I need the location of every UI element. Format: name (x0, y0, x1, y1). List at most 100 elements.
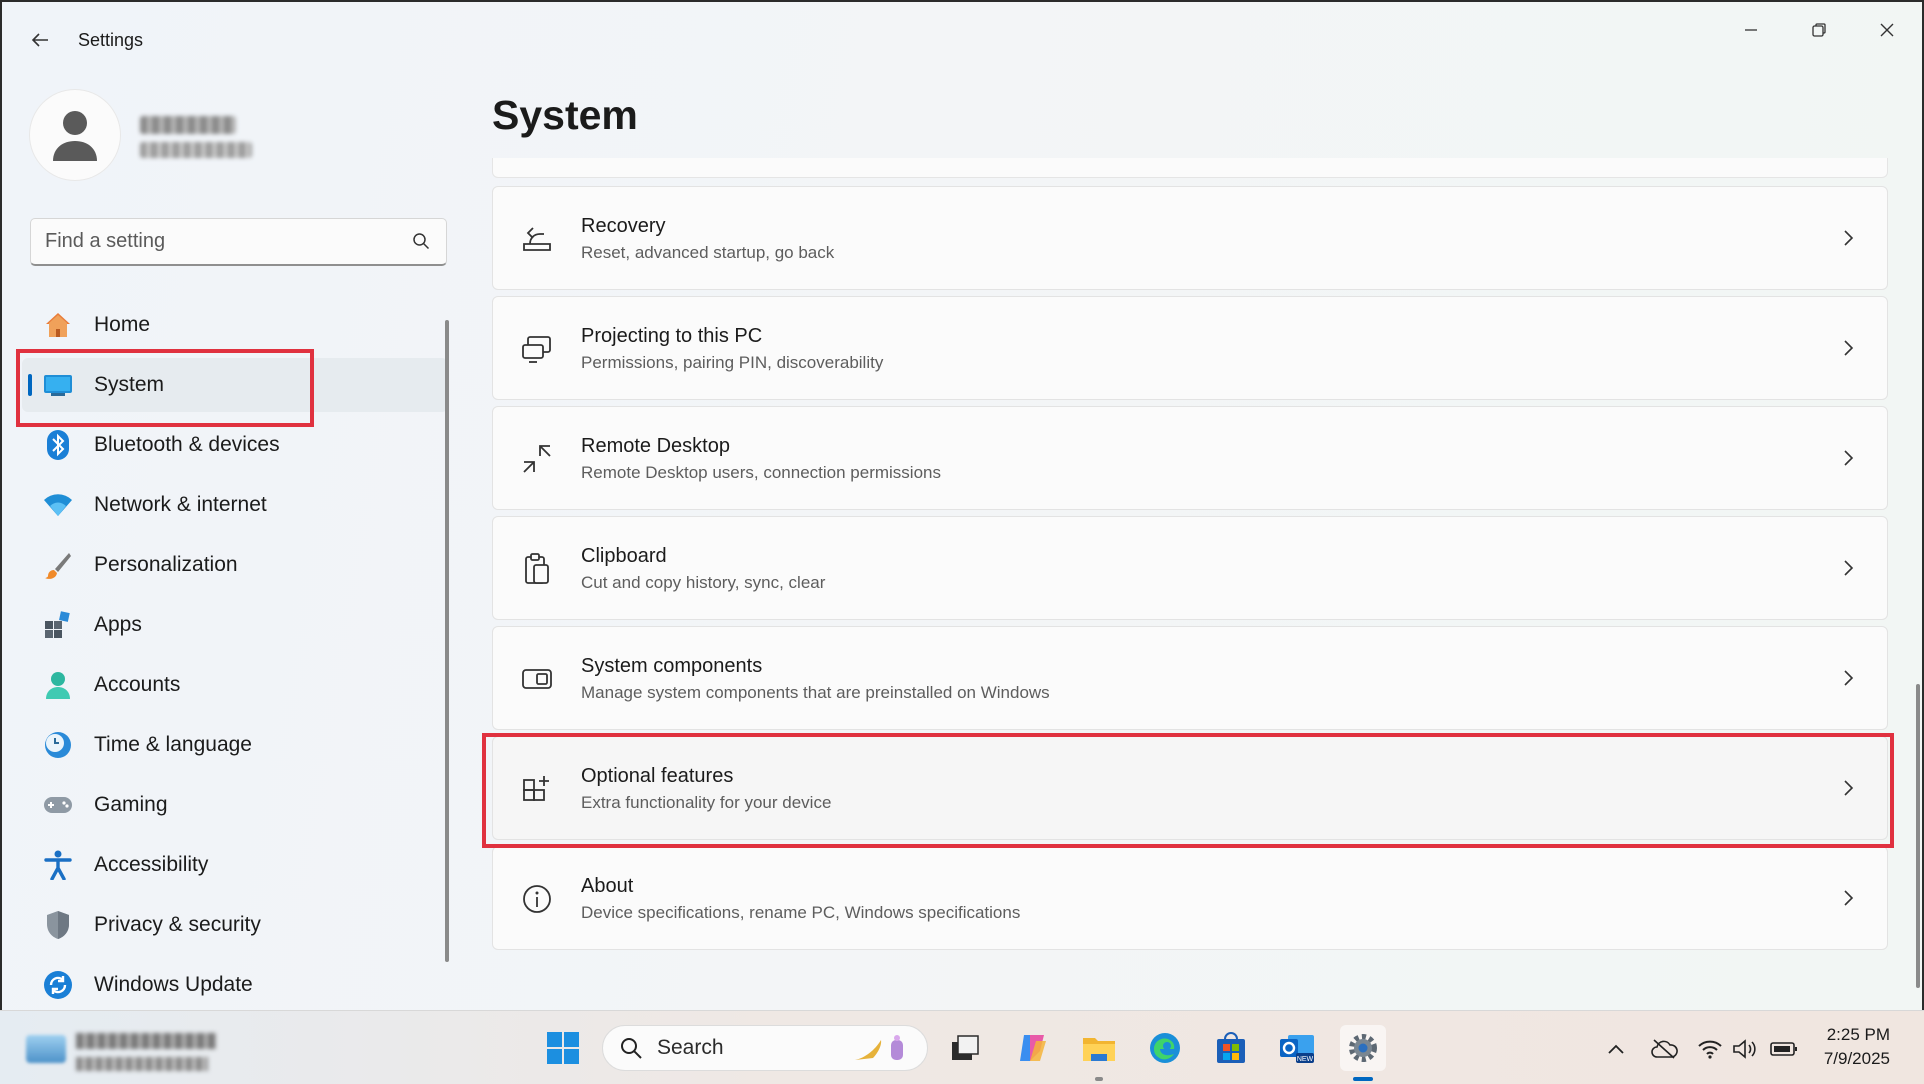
show-hidden-icons-button[interactable] (1602, 1035, 1630, 1063)
weather-subtext-blurred (76, 1057, 208, 1071)
card-subtitle: Permissions, pairing PIN, discoverabilit… (581, 353, 884, 372)
card-system-components[interactable]: System components Manage system componen… (492, 626, 1888, 730)
card-subtitle: Reset, advanced startup, go back (581, 243, 835, 262)
card-subtitle: Manage system components that are preins… (581, 683, 1050, 702)
copilot-icon (1020, 1035, 1046, 1061)
svg-text:NEW: NEW (1297, 1056, 1314, 1063)
close-icon (1880, 23, 1894, 37)
settings-taskbar-button[interactable] (1340, 1025, 1386, 1071)
start-button[interactable] (540, 1025, 586, 1071)
sidebar-item-apps[interactable]: Apps (22, 598, 448, 652)
network-tray-button[interactable] (1696, 1035, 1724, 1063)
sidebar-item-label: Time & language (94, 733, 252, 756)
sidebar-item-home[interactable]: Home (22, 298, 448, 352)
wifi-icon (42, 489, 74, 521)
search-highlight-decoration-icon (855, 1035, 903, 1060)
card-subtitle: Device specifications, rename PC, Window… (581, 903, 1021, 922)
volume-tray-button[interactable] (1732, 1035, 1760, 1063)
settings-window: Settings Home (0, 0, 1924, 1010)
find-setting-box[interactable] (30, 218, 447, 266)
taskbar-clock[interactable]: 2:25 PM 7/9/2025 (1810, 1023, 1890, 1071)
store-icon (1217, 1032, 1245, 1063)
sidebar-scrollbar[interactable] (445, 320, 449, 962)
weather-icon (26, 1035, 66, 1063)
sidebar-item-accessibility[interactable]: Accessibility (22, 838, 448, 892)
card-recovery[interactable]: Recovery Reset, advanced startup, go bac… (492, 186, 1888, 290)
chevron-right-icon (1837, 667, 1859, 689)
sidebar-item-label: Windows Update (94, 973, 253, 996)
card-title: Projecting to this PC (581, 325, 763, 347)
avatar (30, 90, 120, 180)
card-about[interactable]: About Device specifications, rename PC, … (492, 846, 1888, 950)
brush-icon (42, 549, 74, 581)
card-projecting[interactable]: Projecting to this PC Permissions, pairi… (492, 296, 1888, 400)
sidebar-item-accounts[interactable]: Accounts (22, 658, 448, 712)
apps-icon (42, 609, 74, 641)
clock-date: 7/9/2025 (1823, 1049, 1890, 1068)
taskbar: Search NEW 2:25 PM 7/9/2025 (0, 1010, 1924, 1084)
sidebar-item-label: Apps (94, 613, 142, 636)
active-app-indicator (1353, 1077, 1373, 1081)
card-subtitle: Cut and copy history, sync, clear (581, 573, 826, 592)
bluetooth-icon (42, 429, 74, 461)
remote-desktop-icon (519, 441, 555, 477)
card-title: Clipboard (581, 545, 667, 567)
accounts-icon (42, 669, 74, 701)
accessibility-icon (42, 849, 74, 881)
page-title: System (492, 92, 638, 138)
outlook-new-icon: NEW (1280, 1035, 1314, 1063)
folder-icon (1083, 1038, 1115, 1061)
sidebar-item-gaming[interactable]: Gaming (22, 778, 448, 832)
sidebar-item-label: Home (94, 313, 151, 336)
sidebar-item-network[interactable]: Network & internet (22, 478, 448, 532)
app-title: Settings (78, 30, 144, 50)
copilot-button[interactable] (1010, 1025, 1056, 1071)
gear-icon (1349, 1034, 1377, 1062)
edge-button[interactable] (1142, 1025, 1188, 1071)
outlook-button[interactable]: NEW (1274, 1025, 1320, 1071)
card-partial-top (492, 158, 1888, 178)
back-button[interactable] (24, 24, 56, 56)
minimize-button[interactable] (1724, 14, 1778, 46)
sidebar-item-windows-update[interactable]: Windows Update (22, 958, 448, 1012)
task-view-button[interactable] (942, 1025, 988, 1071)
restore-button[interactable] (1792, 14, 1846, 46)
cloud-offline-icon (1651, 1039, 1678, 1059)
store-button[interactable] (1208, 1025, 1254, 1071)
card-clipboard[interactable]: Clipboard Cut and copy history, sync, cl… (492, 516, 1888, 620)
main-scrollbar[interactable] (1916, 684, 1920, 988)
recovery-icon (519, 221, 555, 257)
battery-icon (1770, 1042, 1797, 1056)
projecting-icon (519, 331, 555, 367)
speaker-icon (1733, 1039, 1756, 1059)
file-explorer-button[interactable] (1076, 1025, 1122, 1071)
clock-time: 2:25 PM (1826, 1025, 1890, 1044)
sidebar-item-label: Accessibility (94, 853, 209, 876)
profile-email-blurred (140, 142, 252, 158)
home-icon (42, 309, 74, 341)
profile-name-blurred (140, 116, 236, 134)
chevron-right-icon (1837, 557, 1859, 579)
battery-tray-button[interactable] (1770, 1035, 1798, 1063)
user-profile[interactable] (30, 90, 252, 180)
sidebar-item-privacy-security[interactable]: Privacy & security (22, 898, 448, 952)
search-icon[interactable] (412, 232, 430, 255)
close-button[interactable] (1860, 14, 1914, 46)
sidebar-item-personalization[interactable]: Personalization (22, 538, 448, 592)
sidebar-item-label: Bluetooth & devices (94, 433, 280, 456)
taskbar-search[interactable]: Search (602, 1025, 928, 1071)
onedrive-tray-button[interactable] (1650, 1035, 1678, 1063)
shield-icon (42, 909, 74, 941)
info-icon (519, 881, 555, 917)
minimize-icon (1745, 29, 1757, 31)
search-input[interactable] (45, 230, 405, 253)
sidebar-item-label: Network & internet (94, 493, 267, 516)
taskbar-search-label: Search (657, 1036, 724, 1059)
search-icon (621, 1038, 642, 1059)
running-indicator (1095, 1077, 1103, 1081)
sidebar-item-time-language[interactable]: Time & language (22, 718, 448, 772)
card-title: Remote Desktop (581, 435, 730, 457)
card-remote-desktop[interactable]: Remote Desktop Remote Desktop users, con… (492, 406, 1888, 510)
restore-icon (1812, 23, 1826, 37)
user-icon (53, 111, 97, 161)
